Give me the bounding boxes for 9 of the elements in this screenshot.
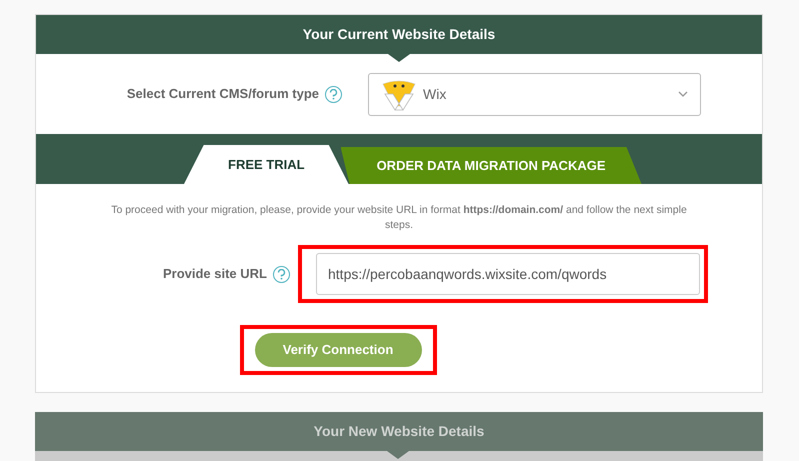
tab[interactable]: ORDER DATA MIGRATION PACKAGE bbox=[340, 147, 642, 184]
section-title: Your Current Website Details bbox=[302, 25, 496, 44]
cms-label: Select Current CMS/forum type bbox=[126, 85, 319, 104]
section-title: Your New Website Details bbox=[314, 422, 484, 441]
tab[interactable]: FREE TRIAL bbox=[184, 145, 349, 184]
cms-select[interactable]: Wix bbox=[368, 72, 701, 116]
url-label: Provide site URL bbox=[162, 265, 267, 284]
url-field[interactable]: https://percobaanqwords.wixsite.com/qwords bbox=[316, 253, 700, 295]
instruction-text: To proceed with your migration, please, provide your website URL in format https://domain.com/ and follow the next simple steps. bbox=[110, 203, 688, 233]
